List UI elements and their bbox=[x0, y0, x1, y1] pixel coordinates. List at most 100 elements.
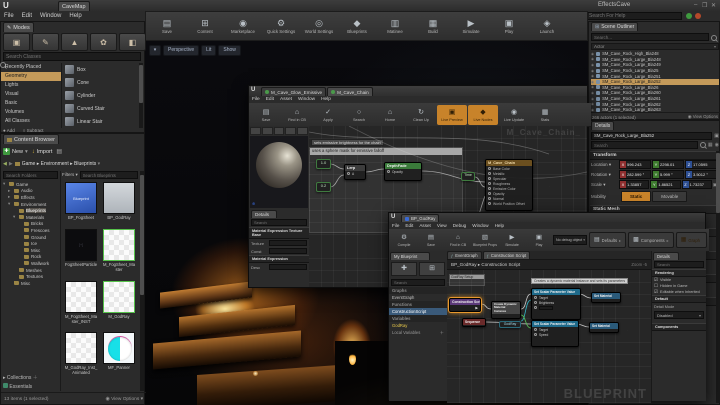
maximize-button[interactable]: ❐ bbox=[702, 2, 707, 9]
material-toolbar-button[interactable]: ▤ Save bbox=[251, 105, 281, 125]
menu-item[interactable]: Edit bbox=[402, 223, 416, 228]
depthfade-node[interactable]: DepthFade Opacity bbox=[384, 162, 422, 181]
blueprint-tab[interactable]: BP_GodRay bbox=[401, 214, 439, 222]
toolbar-button[interactable]: ▶ Simulate bbox=[452, 13, 490, 39]
help-search-field[interactable] bbox=[586, 12, 682, 20]
expression-section-header[interactable]: Material Expression bbox=[249, 255, 309, 263]
variable-get-node[interactable]: GodRay bbox=[499, 321, 521, 328]
my-blueprint-row[interactable]: ConstructionScript bbox=[389, 308, 447, 315]
transform-section-header[interactable]: Transform bbox=[590, 151, 720, 160]
material-editor-tab[interactable]: M_Cave_Chain bbox=[327, 87, 373, 96]
blueprint-graph[interactable]: BLUEPRINT GodRay Setup Creates a dynamic… bbox=[447, 270, 651, 403]
menu-item[interactable]: File bbox=[249, 97, 263, 102]
details-scrollbar[interactable] bbox=[716, 151, 720, 403]
modes-scrollbar[interactable] bbox=[139, 63, 143, 128]
toolbar-button[interactable]: ⊞ Content bbox=[186, 13, 224, 39]
modes-tab[interactable]: ✎ Modes bbox=[3, 22, 34, 32]
my-blueprint-row[interactable]: Functions bbox=[389, 301, 447, 308]
modes-category[interactable]: Visual bbox=[1, 90, 61, 99]
mobility-option-button[interactable]: Static bbox=[621, 191, 651, 202]
scene-outliner-tab[interactable]: ⊞ Scene Outliner bbox=[591, 22, 638, 31]
placement-mode-button[interactable]: ✿ bbox=[90, 33, 117, 51]
content-scrollbar[interactable] bbox=[140, 171, 144, 391]
blueprint-toolbar-button[interactable]: ▣ Play bbox=[526, 231, 552, 250]
material-toolbar-button[interactable]: ▦ Stats bbox=[530, 105, 560, 125]
scale-z-field[interactable]: Z1.73237 bbox=[682, 180, 712, 189]
menu-item[interactable]: Help bbox=[318, 97, 334, 102]
menu-item[interactable]: Debug bbox=[450, 223, 470, 228]
placement-mode-button[interactable]: ▲ bbox=[61, 33, 88, 51]
collections-header[interactable]: ▸ Collections ＋ bbox=[3, 374, 38, 381]
folder-tree-item[interactable]: ▸ Effects bbox=[3, 194, 59, 201]
constant-node[interactable]: 0.2 bbox=[316, 182, 331, 192]
expression-section-header[interactable]: Material Expression Texture Base bbox=[249, 227, 309, 239]
constant-node[interactable]: 1.0 bbox=[316, 159, 331, 169]
menu-item[interactable]: Edit bbox=[263, 97, 277, 102]
toolbar-button[interactable]: ◉ Marketplace bbox=[224, 13, 262, 39]
folder-tree-item[interactable]: Bricks bbox=[3, 221, 59, 228]
create-dynamic-material-node[interactable]: Create Dynamic Material Instance bbox=[491, 301, 521, 319]
modes-category[interactable]: Basic bbox=[1, 99, 61, 108]
details-tab[interactable]: Details bbox=[591, 121, 614, 130]
material-toolbar-button[interactable]: ○ Search bbox=[344, 105, 374, 125]
level-tab[interactable]: CaveMap bbox=[58, 1, 90, 11]
menu-item[interactable]: File bbox=[389, 223, 402, 228]
folder-tree-item[interactable]: ▾ Game bbox=[3, 181, 59, 188]
placeable-item[interactable]: Curved Stair bbox=[62, 102, 138, 115]
material-toolbar-button[interactable]: ◆ Live Nodes bbox=[468, 105, 498, 125]
menu-item[interactable]: Window bbox=[469, 223, 491, 228]
collection-item[interactable]: Essentials bbox=[3, 383, 38, 390]
toolbar-button[interactable]: ▥ Matinee bbox=[376, 13, 414, 39]
scale-y-field[interactable]: Y1.86521 bbox=[650, 180, 680, 189]
visibility-eye-icon[interactable]: ◉ bbox=[591, 91, 594, 95]
folder-tree-item[interactable]: Ground bbox=[3, 234, 59, 241]
my-blueprint-row[interactable]: Graphs bbox=[389, 287, 447, 294]
location-label[interactable]: Location ▾ bbox=[591, 162, 618, 168]
editor-mode-button[interactable]: ▩ Components ▸ bbox=[628, 232, 674, 248]
visibility-eye-icon[interactable]: ◉ bbox=[591, 63, 594, 67]
save-all-icon[interactable]: ▤ bbox=[56, 148, 62, 155]
asset-tile[interactable]: M_GodRay_Inst_Animated bbox=[63, 332, 99, 382]
detail-mode-dropdown[interactable]: Disabled▾ bbox=[654, 311, 704, 319]
add-local-variable-icon[interactable]: ＋ bbox=[440, 329, 444, 337]
material-toolbar-button[interactable]: ▣ Live Preview bbox=[437, 105, 467, 125]
asset-tile[interactable]: BP_GodRay bbox=[101, 182, 137, 227]
property-value-field[interactable] bbox=[269, 264, 307, 270]
property-matrix-icon[interactable]: ▦ bbox=[708, 142, 713, 148]
feedback-icon[interactable] bbox=[686, 13, 692, 19]
visibility-eye-icon[interactable]: ◉ bbox=[591, 80, 594, 84]
toolbar-button[interactable]: ▦ Build bbox=[414, 13, 452, 39]
menu-item[interactable]: Asset bbox=[277, 97, 295, 102]
placement-mode-button[interactable]: ◧ bbox=[119, 33, 146, 51]
material-toolbar-button[interactable]: ↻ Clean Up bbox=[406, 105, 436, 125]
details-section-header[interactable]: Rendering bbox=[652, 269, 706, 277]
visibility-eye-icon[interactable]: ◉ bbox=[591, 69, 594, 73]
property-value-field[interactable] bbox=[269, 248, 307, 254]
folder-tree-item[interactable]: Meshes bbox=[3, 267, 59, 274]
blueprint-toolbar-button[interactable]: ▶ Simulate bbox=[499, 231, 525, 250]
view-options-button[interactable]: ◉ View Options ▾ bbox=[106, 397, 143, 402]
rotation-z-field[interactable]: Z3.5012 ° bbox=[685, 170, 717, 179]
menu-item[interactable]: Help bbox=[65, 13, 85, 19]
folder-tree-item[interactable]: Ice bbox=[3, 240, 59, 247]
material-toolbar-button[interactable]: ◉ Live Update bbox=[499, 105, 529, 125]
graph-document-tab[interactable]: ƒ Construction Script bbox=[483, 251, 531, 259]
local-variables-row[interactable]: Local Variables ＋ bbox=[389, 329, 447, 337]
toolbar-button[interactable]: ◆ Blueprints bbox=[338, 13, 376, 39]
placeable-item[interactable]: Cylinder bbox=[62, 89, 138, 102]
lerp-node[interactable]: Lerp A bbox=[344, 164, 366, 180]
time-node[interactable]: Time bbox=[461, 172, 475, 181]
modes-category[interactable]: Geometry bbox=[1, 72, 61, 81]
asset-tile[interactable]: Blueprint BP_FogSheet bbox=[63, 182, 99, 227]
preview-toolbar-icon[interactable] bbox=[274, 127, 285, 135]
toolbar-button[interactable]: ⚙ Quick Settings bbox=[262, 13, 300, 39]
material-details-tab[interactable]: Details bbox=[251, 210, 277, 218]
minimize-button[interactable]: – bbox=[694, 2, 697, 8]
blueprint-details-tab[interactable]: Details bbox=[653, 252, 679, 260]
forward-button[interactable]: ▶ bbox=[9, 161, 13, 167]
menu-item[interactable]: Window bbox=[36, 13, 65, 19]
property-value-field[interactable] bbox=[269, 240, 307, 246]
asset-tile[interactable]: M_FogSheet_Master bbox=[101, 229, 137, 279]
placeable-item[interactable]: Cone bbox=[62, 76, 138, 89]
placeable-item[interactable]: Box bbox=[62, 63, 138, 76]
